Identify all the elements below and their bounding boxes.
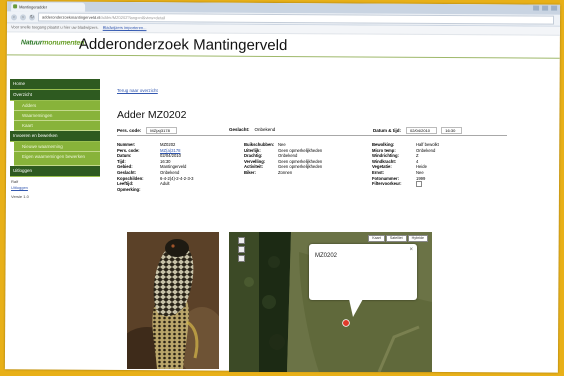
detail-value: Onbekend bbox=[416, 147, 436, 153]
adder-photo-graphic bbox=[127, 232, 219, 369]
summary-value: Onbekend bbox=[254, 127, 276, 132]
map-type-hybride-button[interactable]: Hybride bbox=[407, 235, 428, 242]
details-column-3: Bewolking: Half bewolkt Micro temp: Onbeken… bbox=[372, 142, 439, 188]
site-header: Natuurmonumenten Adderonderzoek Mantinge… bbox=[6, 32, 560, 59]
detail-value: Geen opmerkelijkheden bbox=[278, 158, 323, 164]
reload-icon[interactable]: ↻ bbox=[29, 13, 36, 20]
url-path: /adder/MZ0202?lang=nl&view=detail bbox=[100, 14, 166, 21]
detail-row: Biker: Zonnen bbox=[244, 170, 322, 176]
page-title: Adder MZ0202 bbox=[117, 109, 187, 121]
site-title: Adderonderzoek Mantingerveld bbox=[78, 35, 288, 55]
detail-label: Filtervoorkeur: bbox=[372, 181, 402, 187]
info-window-text: MZ0202 bbox=[315, 253, 338, 259]
detail-value: 6-4-2(4)-2-4-2-3-3 bbox=[160, 175, 194, 181]
detail-value: Nee bbox=[278, 142, 286, 147]
tab-title: Mantingeradder bbox=[19, 4, 48, 10]
map-info-window: MZ0202 × bbox=[309, 244, 417, 317]
detail-value: Adult bbox=[160, 181, 170, 187]
summary-pers-code: Pers. code: MZ(a)3178 bbox=[117, 127, 177, 134]
detail-row: Filtervoorkeur: bbox=[372, 181, 439, 188]
browser-tab[interactable]: Mantingeradder bbox=[11, 2, 86, 12]
url-field[interactable]: adderonderzoekmantingerveld.nl/adder/MZ0… bbox=[38, 12, 555, 25]
detail-value: 02/04/2010 bbox=[160, 153, 181, 159]
detail-value: 16:30 bbox=[160, 158, 171, 164]
sidebar-item-waarnemingen[interactable]: Waarnemingen bbox=[14, 111, 100, 121]
site-logo[interactable]: Natuurmonumenten bbox=[21, 39, 84, 46]
forward-arrow-icon[interactable]: › bbox=[20, 13, 27, 20]
main-content: Terug naar overzicht Adder MZ0202 Pers. … bbox=[117, 79, 547, 192]
map-type-satelliet-button[interactable]: Satelliet bbox=[385, 235, 407, 242]
time-box: 16:30 bbox=[441, 127, 463, 134]
sidebar-user-info: Ralf Uitloggen Versie 1.0 bbox=[10, 179, 100, 200]
url-host: adderonderzoekmantingerveld.nl bbox=[42, 14, 101, 20]
bookmarks-text: Voor snelle toegang plaatst u hier uw bl… bbox=[10, 24, 99, 30]
version-text: Versie 1.0 bbox=[11, 194, 29, 199]
map-type-kaart-button[interactable]: Kaart bbox=[368, 235, 385, 242]
logout-link[interactable]: Uitloggen bbox=[11, 185, 100, 191]
sidebar-item-overzicht[interactable]: Overzicht bbox=[10, 90, 100, 101]
summary-label: Datum & tijd: bbox=[373, 128, 401, 133]
pan-icon[interactable] bbox=[237, 237, 245, 244]
location-marker-icon[interactable] bbox=[342, 319, 350, 329]
details-column-1: Nummer: MZ0202 Pers. code: MZ(a)3178 Datum: 0… bbox=[117, 142, 194, 192]
summary-datum: Datum & tijd: 02/04/2010 16:30 bbox=[373, 127, 463, 134]
sidebar-item-invoeren-en-bewerken[interactable]: Invoeren en bewerken bbox=[10, 131, 100, 142]
date-box: 02/04/2010 bbox=[406, 127, 438, 134]
summary-bar: Pers. code: MZ(a)3178 Geslacht: Onbekend D… bbox=[117, 125, 507, 136]
zoom-in-icon[interactable] bbox=[237, 246, 245, 253]
maximize-icon[interactable] bbox=[542, 5, 549, 11]
sidebar-item-eigen-waarnemingen-bewerken[interactable]: Eigen waarnemingen bewerken bbox=[14, 152, 100, 166]
close-window-icon[interactable] bbox=[551, 5, 558, 11]
detail-value: Nee bbox=[416, 169, 424, 175]
detail-value: Z bbox=[416, 153, 419, 159]
close-icon[interactable]: × bbox=[409, 247, 413, 253]
detail-value: Heide bbox=[416, 164, 427, 170]
window-controls bbox=[533, 5, 558, 11]
detail-value: Zonnen bbox=[278, 169, 293, 175]
zoom-out-icon[interactable] bbox=[237, 255, 245, 262]
details-column-2: Buikschubben: Nee Uiterlijk: Geen opmerkeli… bbox=[244, 142, 322, 176]
detail-value-link[interactable]: MZ(a)3178 bbox=[160, 148, 180, 153]
favicon-icon bbox=[13, 4, 18, 9]
detail-value: Onbekend bbox=[278, 153, 298, 159]
logo-text: Natuur bbox=[20, 39, 43, 47]
pers-code-box: MZ(a)3178 bbox=[146, 127, 177, 134]
import-bookmarks-link[interactable]: Bladwijzers importeren... bbox=[103, 25, 147, 30]
sidebar: Home Overzicht Adders Waarnemingen Kaart Invo… bbox=[10, 79, 100, 200]
detail-value: Onbekend bbox=[160, 169, 180, 175]
sidebar-item-kaart[interactable]: Kaart bbox=[14, 121, 100, 131]
sidebar-item-home[interactable]: Home bbox=[10, 79, 100, 90]
detail-label: Opmerking: bbox=[117, 186, 141, 192]
detail-label: Biker: bbox=[244, 169, 256, 175]
zoom-control bbox=[237, 237, 245, 262]
detail-value: MZ0202 bbox=[160, 142, 176, 147]
map-view[interactable]: Kaart Satelliet Hybride MZ0202 × bbox=[229, 232, 432, 372]
info-window-tail bbox=[349, 299, 363, 317]
detail-value: Mantingerveld bbox=[160, 164, 187, 170]
detail-value: Geen opmerkelijkheden bbox=[278, 164, 323, 170]
detail-value: 4 bbox=[416, 158, 419, 164]
sidebar-item-nieuwe-waarneming[interactable]: Nieuwe waarneming bbox=[14, 142, 100, 152]
adder-photo bbox=[127, 232, 219, 369]
detail-row: Opmerking: bbox=[117, 187, 194, 193]
filter-checkbox[interactable] bbox=[416, 181, 422, 188]
map-type-controls: Kaart Satelliet Hybride bbox=[368, 235, 428, 242]
sidebar-item-uitloggen[interactable]: Uitloggen bbox=[10, 166, 100, 177]
back-arrow-icon[interactable]: ‹ bbox=[11, 13, 18, 20]
detail-value: Half bewolkt bbox=[416, 142, 439, 147]
detail-value: 1999 bbox=[416, 175, 426, 181]
summary-label: Pers. code: bbox=[117, 128, 142, 133]
detail-value: Geen opmerkelijkheden bbox=[278, 147, 323, 153]
minimize-icon[interactable] bbox=[533, 5, 540, 11]
sidebar-item-adders[interactable]: Adders bbox=[14, 101, 100, 111]
summary-label: Geslacht: bbox=[229, 127, 250, 132]
summary-geslacht: Geslacht: Onbekend bbox=[229, 127, 275, 132]
back-to-overview-link[interactable]: Terug naar overzicht bbox=[117, 88, 158, 93]
